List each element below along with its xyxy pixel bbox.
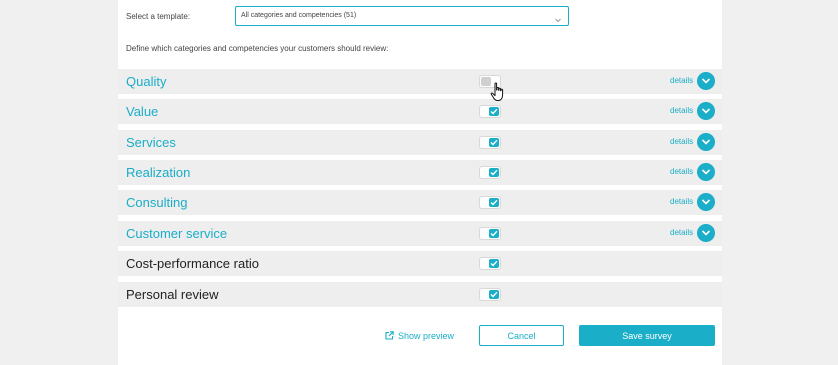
details-link[interactable]: details [670,167,693,176]
template-select[interactable]: All categories and competencies (51) [235,6,569,26]
chevron-down-icon [701,230,711,236]
details-link[interactable]: details [670,106,693,115]
show-preview-label: Show preview [398,331,455,341]
show-preview-link[interactable]: Show preview [385,331,454,341]
category-row-realization: Realization details [118,160,722,185]
category-name[interactable]: Consulting [126,195,187,210]
save-survey-button[interactable]: Save survey [579,325,715,346]
category-toggle[interactable] [479,166,501,179]
chevron-down-icon [701,199,711,205]
expand-details-button[interactable] [697,72,715,90]
category-name[interactable]: Value [126,104,158,119]
expand-details-button[interactable] [697,224,715,242]
chevron-down-icon [701,169,711,175]
expand-details-button[interactable] [697,102,715,120]
category-row-customer-service: Customer service details [118,221,722,246]
category-name[interactable]: Services [126,135,176,150]
expand-details-button[interactable] [697,133,715,151]
survey-settings-panel: Select a template: All categories and co… [118,0,722,365]
checkmark-icon [490,291,498,298]
category-name[interactable]: Customer service [126,226,227,241]
details-link[interactable]: details [670,76,693,85]
checkmark-icon [490,230,498,237]
category-name: Personal review [126,287,219,302]
category-row-cost-performance-ratio: Cost-performance ratio [118,251,722,276]
details-link[interactable]: details [670,137,693,146]
details-link[interactable]: details [670,228,693,237]
category-toggle[interactable] [479,257,501,270]
category-toggle[interactable] [479,227,501,240]
details-link[interactable]: details [670,197,693,206]
category-name[interactable]: Quality [126,74,166,89]
chevron-down-icon [554,11,562,23]
checkmark-icon [490,169,498,176]
hand-cursor-icon [490,82,506,107]
category-name: Cost-performance ratio [126,256,259,271]
chevron-down-icon [701,78,711,84]
category-row-quality: Quality details [118,69,722,94]
category-toggle[interactable] [479,196,501,209]
cancel-button[interactable]: Cancel [479,325,564,346]
checkmark-icon [490,108,498,115]
expand-details-button[interactable] [697,163,715,181]
chevron-down-icon [701,139,711,145]
instruction-text: Define which categories and competencies… [126,44,389,53]
category-row-services: Services details [118,130,722,155]
checkmark-icon [490,199,498,206]
template-select-value: All categories and competencies (51) [241,12,357,19]
checkmark-icon [490,260,498,267]
expand-details-button[interactable] [697,193,715,211]
category-toggle[interactable] [479,136,501,149]
category-row-personal-review: Personal review [118,282,722,307]
chevron-down-icon [701,108,711,114]
category-row-consulting: Consulting details [118,190,722,215]
checkmark-icon [490,139,498,146]
category-row-value: Value details [118,99,722,124]
template-label: Select a template: [126,12,191,21]
category-toggle[interactable] [479,288,501,301]
category-name[interactable]: Realization [126,165,190,180]
external-link-icon [385,331,394,340]
